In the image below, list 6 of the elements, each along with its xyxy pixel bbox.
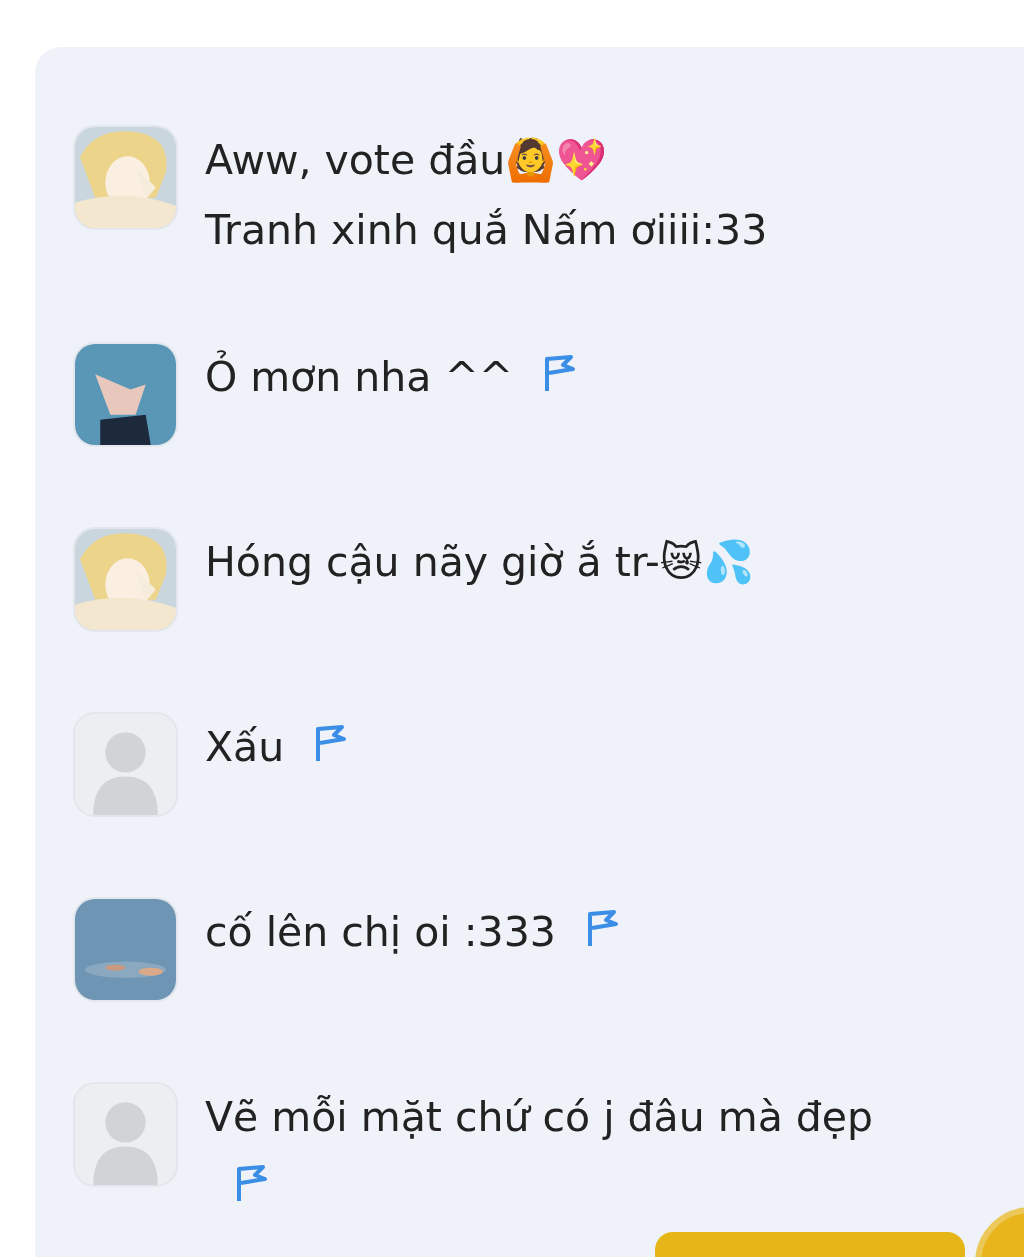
comment-text: Xấu [205,712,935,817]
comment-text: Aww, vote đầu🙆💖 Tranh xinh quắ Nấm ơiiii:33 [205,135,769,256]
comment-text: Vẽ mỗi mặt chứ có j đâu mà đẹp [205,1082,935,1222]
comment-text: Ỏ mơn nha ^^ [205,342,935,447]
comment-text: Hóng cậu nãy giờ ắ tr-😿💦 [205,537,755,588]
comment-text: cố lên chị oi :333 [205,897,935,1002]
